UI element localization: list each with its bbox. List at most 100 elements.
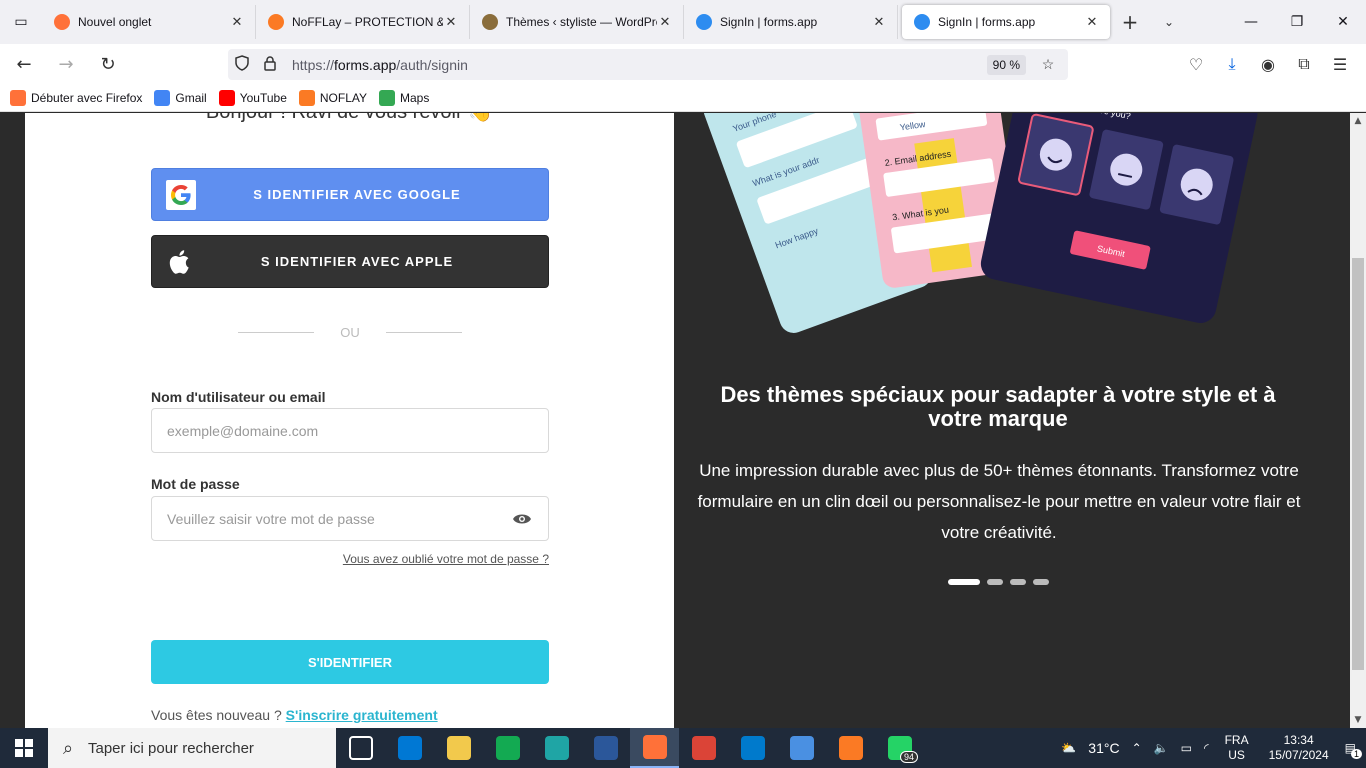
username-input[interactable] [151,408,549,453]
bookmark-label: Débuter avec Firefox [31,90,143,105]
toolbar-icons: ♡ ⤓ ◉ ⧉ ☰ [1178,44,1358,84]
carousel-dot[interactable] [1033,579,1049,585]
url-path: /auth/signin [396,56,468,73]
taskbar-app[interactable] [581,728,630,768]
url-text[interactable]: https://forms.app/auth/signin [292,57,987,73]
close-window-icon[interactable]: ✕ [1320,0,1366,44]
taskbar-app[interactable] [336,728,385,768]
taskbar-app[interactable] [728,728,777,768]
scrollbar[interactable]: ▲ ▼ [1350,113,1366,728]
notifications-icon[interactable]: ▤ 1 [1345,741,1362,759]
tab-2[interactable]: Thèmes ‹ styliste — WordPres ✕ [470,5,684,39]
forms-app-icon [914,14,930,30]
url-bar[interactable]: https://forms.app/auth/signin 90 % ☆ [228,49,1068,80]
reload-icon[interactable]: ↻ [90,48,126,80]
restore-icon[interactable]: ❐ [1274,0,1320,44]
weather-temp[interactable]: 31°C [1088,740,1119,756]
zoom-indicator[interactable]: 90 % [986,54,1026,75]
taskbar-app[interactable] [385,728,434,768]
back-icon[interactable]: ← [6,48,42,80]
close-tab-icon[interactable]: ✕ [657,14,673,30]
signup-link[interactable]: S'inscrire gratuitement [286,707,438,723]
close-tab-icon[interactable]: ✕ [229,14,245,30]
word-icon [593,736,618,760]
pocket-icon[interactable]: ♡ [1178,55,1214,74]
extensions-icon[interactable]: ⧉ [1286,54,1322,74]
close-tab-icon[interactable]: ✕ [443,14,459,30]
download-icon[interactable]: ⤓ [1214,54,1250,74]
vscode-icon [740,736,765,760]
lock-icon[interactable] [256,55,284,74]
window-controls: — ❐ ✕ [1228,0,1366,44]
bookmark-item[interactable]: Débuter avec Firefox [10,89,143,106]
bookmarks-bar: Débuter avec Firefox Gmail YouTube NOFLAY Ma… [0,84,1366,112]
tab-title: NoFFLay – PROTECTION & BE [292,15,443,29]
signin-panel: Bonjour ! Ravi de vous revoir 👋 S IDENTI… [25,113,674,728]
bookmark-item[interactable]: Maps [379,89,429,106]
taskbar-app[interactable] [532,728,581,768]
themes-illustration: Your phone What is your addr How happy Y… [703,113,1258,333]
forward-icon[interactable]: → [48,48,84,80]
bookmark-item[interactable]: Gmail [154,89,207,106]
star-bookmark-icon[interactable]: ☆ [1034,56,1062,73]
tab-1[interactable]: NoFFLay – PROTECTION & BE✕ [256,5,470,39]
close-tab-icon[interactable]: ✕ [1084,14,1100,30]
navigation-bar: ← → ↻ https://forms.app/auth/signin 90 %… [0,44,1366,84]
show-hidden-icons-icon[interactable]: ⌃ [1132,741,1142,755]
taskbar-app[interactable]: 94 [875,728,924,768]
xampp-icon [298,89,315,106]
xampp-icon [838,736,863,760]
google-signin-button[interactable]: S IDENTIFIER AVEC GOOGLE [151,168,549,221]
battery-icon[interactable]: ▭ [1181,741,1192,755]
taskbar-app[interactable] [679,728,728,768]
apple-signin-button[interactable]: S IDENTIFIER AVEC APPLE [151,235,549,288]
carousel-dot[interactable] [987,579,1003,585]
network-icon[interactable]: ◜ [1204,741,1209,755]
account-icon[interactable]: ◉ [1250,55,1286,74]
menu-icon[interactable]: ☰ [1322,55,1358,74]
clock[interactable]: 13:34 15/07/2024 [1269,733,1329,763]
divider-line [238,332,315,333]
scrollbar-thumb[interactable] [1352,258,1364,670]
password-label: Mot de passe [151,476,240,492]
search-icon: ⌕ [62,737,74,758]
volume-icon[interactable]: 🔈 [1154,741,1169,755]
windows-start-icon[interactable] [0,728,48,768]
file-explorer-icon [446,736,471,760]
tab-title: Thèmes ‹ styliste — WordPres [506,15,657,29]
carousel-dot[interactable] [948,579,980,585]
language-indicator[interactable]: FRA US [1225,733,1249,763]
minimize-icon[interactable]: — [1228,0,1274,44]
eye-icon[interactable] [511,508,533,530]
new-tab-icon[interactable]: + [1110,10,1150,34]
scroll-up-icon[interactable]: ▲ [1350,113,1366,129]
chevron-down-icon[interactable]: ⌄ [1150,15,1188,29]
bookmark-item[interactable]: NOFLAY [298,89,367,106]
carousel-dot[interactable] [1010,579,1026,585]
forms-app-icon [696,14,712,30]
chrome-icon [691,736,716,760]
promo-text: Une impression durable avec plus de 50+ … [697,461,1301,542]
firefox-icon [10,89,26,106]
tab-4[interactable]: SignIn | forms.app ✕ [902,5,1110,39]
tab-0[interactable]: Nouvel onglet ✕ [42,5,256,39]
signin-button[interactable]: S'IDENTIFIER [151,640,549,684]
forgot-password-link[interactable]: Vous avez oublié votre mot de passe ? [151,552,549,566]
url-prefix: https:// [292,56,335,73]
password-input[interactable] [151,496,549,541]
close-tab-icon[interactable]: ✕ [871,14,887,30]
bookmark-item[interactable]: YouTube [218,89,287,106]
task-view-icon [348,736,373,760]
tab-3[interactable]: SignIn | forms.app ✕ [684,5,898,39]
weather-icon[interactable]: ⛅ [1061,741,1076,755]
taskbar-app[interactable] [630,728,679,768]
taskbar-app[interactable] [826,728,875,768]
taskbar-app[interactable] [777,728,826,768]
taskbar-search[interactable]: ⌕ Taper ici pour rechercher [48,728,336,768]
clock-date: 15/07/2024 [1268,748,1329,762]
shield-icon[interactable] [228,55,256,74]
scroll-down-icon[interactable]: ▼ [1350,712,1366,728]
taskbar-app[interactable] [483,728,532,768]
tab-list-icon[interactable]: ▭ [0,0,42,44]
taskbar-app[interactable] [434,728,483,768]
